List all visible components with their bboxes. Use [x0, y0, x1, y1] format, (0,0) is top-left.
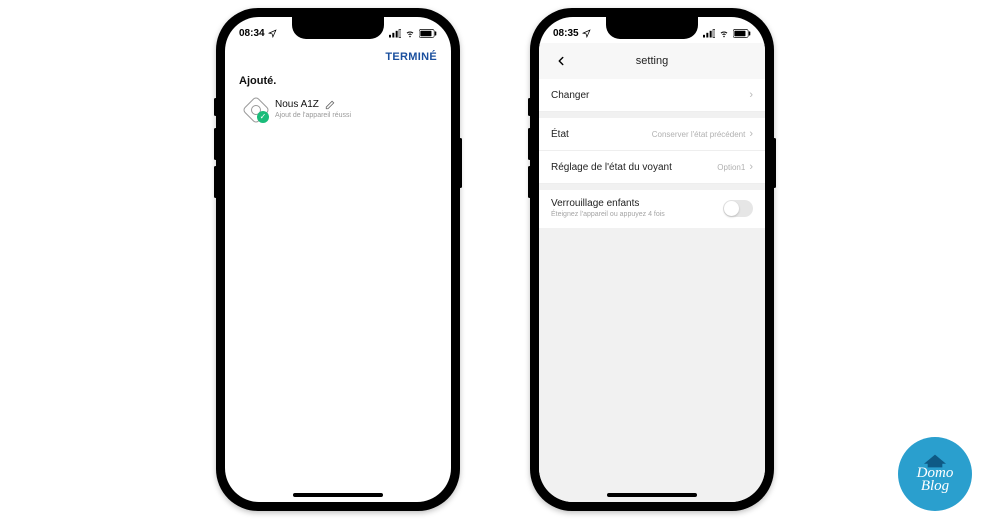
phone-mockup-left: 08:34 TERMINÉ Ajouté. ✓ [216, 8, 460, 511]
row-voyant[interactable]: Réglage de l'état du voyant Option1 › [539, 151, 765, 184]
device-subtitle: Ajout de l'appareil réussi [275, 112, 437, 119]
row-label: Changer [551, 90, 589, 101]
row-label: Verrouillage enfants [551, 198, 665, 209]
chevron-right-icon: › [749, 89, 753, 101]
row-value: Option1 [717, 163, 745, 172]
pencil-icon[interactable] [325, 100, 335, 110]
chevron-right-icon: › [749, 161, 753, 173]
home-indicator[interactable] [293, 493, 383, 497]
notch [292, 17, 384, 39]
row-subtitle: Éteignez l'appareil ou appuyez 4 fois [551, 211, 665, 218]
page-title: setting [539, 55, 765, 67]
back-button[interactable] [551, 51, 571, 71]
wifi-icon [718, 29, 730, 38]
home-indicator[interactable] [607, 493, 697, 497]
location-icon [268, 29, 277, 38]
row-label: État [551, 129, 569, 140]
smart-plug-icon: ✓ [245, 99, 267, 121]
notch [606, 17, 698, 39]
chevron-right-icon: › [749, 128, 753, 140]
done-button[interactable]: TERMINÉ [385, 51, 437, 63]
signal-icon [389, 29, 401, 38]
header: setting [539, 43, 765, 79]
status-time: 08:34 [239, 28, 265, 39]
header: TERMINÉ [225, 43, 451, 73]
device-row[interactable]: ✓ Nous A1Z Ajout de l'appareil réussi [225, 95, 451, 121]
wifi-icon [404, 29, 416, 38]
logo-text-2: Blog [921, 480, 949, 494]
status-time: 08:35 [553, 28, 579, 39]
domoblog-logo: Domo Blog [898, 437, 972, 511]
battery-icon [419, 29, 437, 38]
row-label: Réglage de l'état du voyant [551, 162, 672, 173]
signal-icon [703, 29, 715, 38]
row-etat[interactable]: État Conserver l'état précédent › [539, 118, 765, 151]
chevron-left-icon [554, 54, 568, 68]
row-childlock: Verrouillage enfants Éteignez l'appareil… [539, 190, 765, 228]
row-value: Conserver l'état précédent [652, 130, 746, 139]
house-icon [924, 454, 946, 468]
phone-mockup-right: 08:35 setting Changer › [530, 8, 774, 511]
row-changer[interactable]: Changer › [539, 79, 765, 112]
location-icon [582, 29, 591, 38]
device-name: Nous A1Z [275, 99, 319, 110]
childlock-toggle[interactable] [723, 200, 753, 217]
battery-icon [733, 29, 751, 38]
section-title: Ajouté. [225, 73, 451, 95]
